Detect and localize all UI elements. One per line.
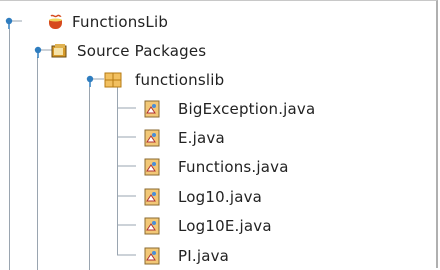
java-file-icon bbox=[142, 187, 162, 207]
tree-node-file[interactable]: Log10E.java bbox=[142, 211, 272, 240]
file-label: E.java bbox=[178, 128, 225, 147]
file-label: Log10E.java bbox=[178, 216, 272, 235]
tree-node-file[interactable]: Functions.java bbox=[142, 152, 289, 181]
source-packages-label: Source Packages bbox=[77, 41, 207, 60]
project-tree-panel: FunctionsLib Source Packages functionsli… bbox=[0, 0, 438, 270]
tree-node-package[interactable]: functionslib bbox=[83, 65, 224, 94]
file-label: Log10.java bbox=[178, 187, 263, 206]
java-file-icon bbox=[142, 246, 162, 266]
project-label: FunctionsLib bbox=[72, 12, 169, 31]
file-label: Functions.java bbox=[178, 157, 289, 176]
tree-node-project[interactable]: FunctionsLib bbox=[2, 7, 168, 36]
java-file-icon bbox=[142, 157, 162, 177]
package-label: functionslib bbox=[135, 70, 225, 89]
expand-toggle-icon[interactable] bbox=[2, 14, 18, 30]
expand-toggle-icon[interactable] bbox=[83, 72, 99, 88]
coffee-cup-icon bbox=[46, 12, 66, 32]
file-label: BigException.java bbox=[178, 99, 316, 118]
java-file-icon bbox=[142, 216, 162, 236]
tree-node-file[interactable]: E.java bbox=[142, 123, 225, 152]
tree-node-file[interactable]: Log10.java bbox=[142, 182, 262, 211]
java-file-icon bbox=[142, 128, 162, 148]
java-file-icon bbox=[142, 99, 162, 119]
tree-node-file[interactable]: BigException.java bbox=[142, 94, 315, 123]
package-icon bbox=[103, 70, 123, 90]
source-folder-icon bbox=[49, 41, 69, 61]
expand-toggle-icon[interactable] bbox=[31, 43, 47, 59]
file-label: PI.java bbox=[178, 246, 230, 265]
tree-node-file[interactable]: PI.java bbox=[142, 241, 229, 270]
tree-node-source-packages[interactable]: Source Packages bbox=[31, 36, 206, 65]
